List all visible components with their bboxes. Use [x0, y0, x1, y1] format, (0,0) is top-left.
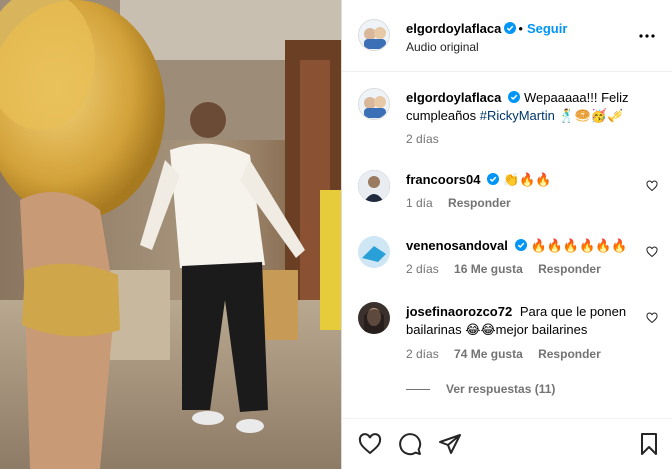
reply-button[interactable]: Responder [538, 262, 601, 276]
reply-button[interactable]: Responder [448, 196, 511, 210]
replies-divider-line [406, 389, 430, 391]
comment-time[interactable]: 2 días [406, 347, 439, 361]
commenter-avatar[interactable] [358, 170, 390, 202]
comment-text: 👏🔥🔥 [503, 172, 552, 187]
view-replies-button[interactable]: Ver respuestas (11) [406, 382, 555, 396]
verified-badge-icon [487, 173, 500, 185]
separator-dot: • [518, 21, 523, 36]
comment-username[interactable]: francoors04 [406, 172, 480, 187]
comment-text: 🔥🔥🔥🔥🔥🔥 [530, 238, 628, 253]
verified-badge-icon [508, 91, 521, 103]
like-comment-heart-icon[interactable] [646, 180, 658, 192]
avatar-image [358, 302, 390, 334]
comment-item: francoors04 👏🔥🔥 1 día Responder [358, 170, 658, 214]
comment-meta: 2 días 16 Me gusta Responder [406, 262, 613, 276]
share-icon[interactable] [438, 432, 462, 456]
comment-username[interactable]: elgordoylaflaca [406, 90, 501, 105]
comment-like-count[interactable]: 74 Me gusta [454, 347, 523, 361]
action-bar [342, 418, 672, 469]
comment-username[interactable]: venenosandoval [406, 238, 508, 253]
caption-emojis: 🕺🥯🥳🎺 [554, 108, 624, 123]
avatar-image [358, 236, 390, 268]
comment-time[interactable]: 2 días [406, 262, 439, 276]
verified-badge-icon [514, 239, 527, 251]
post-caption: elgordoylaflaca Wepaaaaa!!! Feliz cumple… [358, 88, 658, 148]
audio-label[interactable]: Audio original [406, 40, 479, 54]
hashtag-link[interactable]: #RickyMartin [480, 108, 555, 123]
verified-badge-icon [504, 22, 517, 34]
like-comment-heart-icon[interactable] [646, 246, 658, 258]
comment-username[interactable]: josefinaorozco72 [406, 304, 512, 319]
post-header: elgordoylaflaca • Seguir Audio original [342, 0, 672, 72]
author-avatar[interactable] [358, 19, 390, 51]
comment-time[interactable]: 2 días [406, 132, 439, 146]
view-replies-label: Ver respuestas (11) [446, 382, 556, 396]
caption-avatar[interactable] [358, 88, 390, 120]
more-options-icon[interactable] [637, 26, 657, 46]
comment-item: venenosandoval 🔥🔥🔥🔥🔥🔥 2 días 16 Me gusta… [358, 236, 658, 280]
comment-item: josefinaorozco72 Para que le ponen baila… [358, 302, 658, 364]
avatar-image [358, 170, 390, 202]
comment-meta: 1 día Responder [406, 196, 523, 210]
post-details-panel: elgordoylaflaca • Seguir Audio original el… [341, 0, 672, 469]
heart-icon[interactable] [358, 432, 382, 456]
follow-button[interactable]: Seguir [527, 21, 567, 36]
avatar-image [359, 89, 389, 119]
comment-like-count[interactable]: 16 Me gusta [454, 262, 523, 276]
reply-button[interactable]: Responder [538, 347, 601, 361]
commenter-avatar[interactable] [358, 236, 390, 268]
commenter-avatar[interactable] [358, 302, 390, 334]
save-icon[interactable] [637, 432, 661, 456]
comment-time[interactable]: 1 día [406, 196, 433, 210]
comment-meta: 2 días [406, 132, 451, 146]
like-comment-heart-icon[interactable] [646, 312, 658, 324]
comment-meta: 2 días 74 Me gusta Responder [406, 347, 613, 361]
post-video[interactable] [0, 0, 341, 469]
comment-icon[interactable] [398, 432, 422, 456]
author-username[interactable]: elgordoylaflaca [406, 21, 501, 36]
avatar-image [359, 20, 389, 50]
video-frame-image [0, 0, 341, 469]
